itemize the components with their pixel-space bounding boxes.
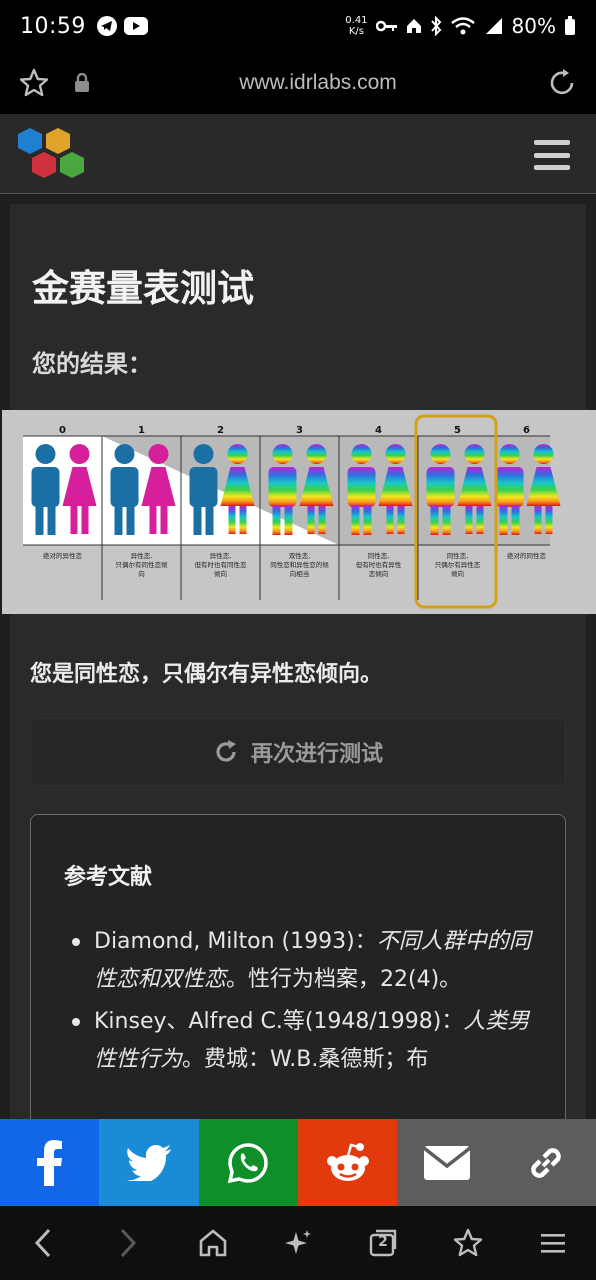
bookmarks-icon[interactable] <box>446 1221 490 1265</box>
network-speed: 0.41 K/s <box>345 15 368 37</box>
signal-icon <box>485 18 502 34</box>
twitter-icon <box>126 1144 171 1181</box>
refresh-icon <box>216 740 236 762</box>
link-icon <box>531 1147 562 1178</box>
scale-label: 异性恋, <box>131 551 153 560</box>
scale-label: 绝对的同性恋 <box>507 551 547 560</box>
scale-number: 3 <box>296 425 303 436</box>
menu-icon[interactable] <box>531 1221 575 1265</box>
home-status-icon <box>406 19 421 33</box>
page-title: 金赛量表测试 <box>32 267 254 310</box>
whatsapp-share-button[interactable] <box>198 1119 298 1206</box>
scale-label: 同性恋, <box>368 551 390 560</box>
whatsapp-icon <box>228 1142 269 1183</box>
scale-label: 向 <box>138 569 145 578</box>
bluetooth-icon <box>430 16 441 36</box>
browser-bottom-navbar: 2 <box>0 1206 596 1280</box>
battery-icon <box>565 16 575 35</box>
references-box: 参考文献 Diamond, Milton (1993)：不同人群中的同性恋和双性… <box>30 814 566 1144</box>
scale-label: 只偶尔有同性恋倾 <box>116 560 169 569</box>
results-heading: 您的结果： <box>32 350 152 378</box>
wifi-icon <box>450 17 475 35</box>
reference-item: Kinsey、Alfred C.等(1948/1998)：人类男性性行为。费城：… <box>72 1003 544 1079</box>
reference-item: Diamond, Milton (1993)：不同人群中的同性恋和双性恋。性行为… <box>72 923 544 999</box>
tabs-count: 2 <box>378 1234 388 1250</box>
scale-number: 2 <box>217 425 224 436</box>
facebook-share-button[interactable] <box>0 1119 100 1206</box>
scale-label: 恋倾向 <box>369 569 389 578</box>
scale-label: 绝对的异性恋 <box>43 551 83 560</box>
kinsey-scale-image: 0 绝对的异性恋 1 异性恋, 只偶尔有同性恋倾向 2 异性恋, 但有时也有同性恋 倾向 3 双性恋… <box>2 410 596 614</box>
scale-label: 倾向 <box>214 569 227 578</box>
scale-label: 向相当 <box>290 569 310 578</box>
scale-number: 6 <box>523 425 530 436</box>
battery-percent: 80% <box>511 14 556 38</box>
home-icon[interactable] <box>191 1221 235 1265</box>
reload-icon[interactable] <box>546 67 578 99</box>
youtube-icon <box>123 17 148 35</box>
status-bar: 10:59 0.41 K/s 80% <box>0 0 596 52</box>
scale-number: 0 <box>59 425 66 436</box>
key-icon <box>375 20 397 32</box>
twitter-share-button[interactable] <box>99 1119 199 1206</box>
email-share-button[interactable] <box>397 1119 497 1206</box>
scale-label: 异性恋, <box>210 551 232 560</box>
browser-url-bar: www.idrlabs.com <box>0 52 596 114</box>
forward-icon[interactable] <box>106 1221 150 1265</box>
scale-number: 1 <box>138 425 145 436</box>
facebook-icon <box>36 1139 62 1186</box>
idrlabs-logo[interactable] <box>14 126 86 186</box>
retake-label: 再次进行测试 <box>250 742 383 767</box>
email-icon <box>422 1145 471 1180</box>
hamburger-menu-button[interactable] <box>534 140 570 170</box>
scale-number: 4 <box>375 425 382 436</box>
back-icon[interactable] <box>21 1221 65 1265</box>
scale-label: 同性恋和异性恋的倾 <box>270 560 329 569</box>
url-text[interactable]: www.idrlabs.com <box>90 71 546 95</box>
share-bar <box>0 1119 596 1206</box>
telegram-icon <box>96 16 117 36</box>
lock-icon[interactable] <box>74 73 90 93</box>
site-header <box>0 114 596 194</box>
sparkle-icon[interactable] <box>276 1221 320 1265</box>
scale-label: 同性恋, <box>447 551 469 560</box>
kinsey-scale-graphic: 0绝对的异性恋1异性恋,只偶尔有同性恋倾向2异性恋,但有时也有同性恋倾向3双性恋… <box>23 414 561 609</box>
scale-label: 倾向 <box>451 569 464 578</box>
scale-label: 但有时也有同性恋 <box>195 560 248 569</box>
scale-number: 5 <box>454 425 461 436</box>
reddit-icon <box>326 1142 369 1181</box>
scale-label: 只偶尔有异性恋 <box>435 560 481 569</box>
star-icon[interactable] <box>18 67 50 99</box>
result-text: 您是同性恋，只偶尔有异性恋倾向。 <box>30 662 383 687</box>
copy-link-button[interactable] <box>496 1119 596 1206</box>
reddit-share-button[interactable] <box>297 1119 398 1206</box>
references-heading: 参考文献 <box>64 865 153 890</box>
scale-label: 双性恋, <box>289 551 311 560</box>
status-time: 10:59 <box>20 13 86 39</box>
tabs-icon[interactable]: 2 <box>361 1221 405 1265</box>
references-list: Diamond, Milton (1993)：不同人群中的同性恋和双性恋。性行为… <box>72 923 544 1083</box>
retake-button[interactable]: 再次进行测试 <box>30 718 566 786</box>
scale-label: 但有时也有异性 <box>356 560 402 569</box>
